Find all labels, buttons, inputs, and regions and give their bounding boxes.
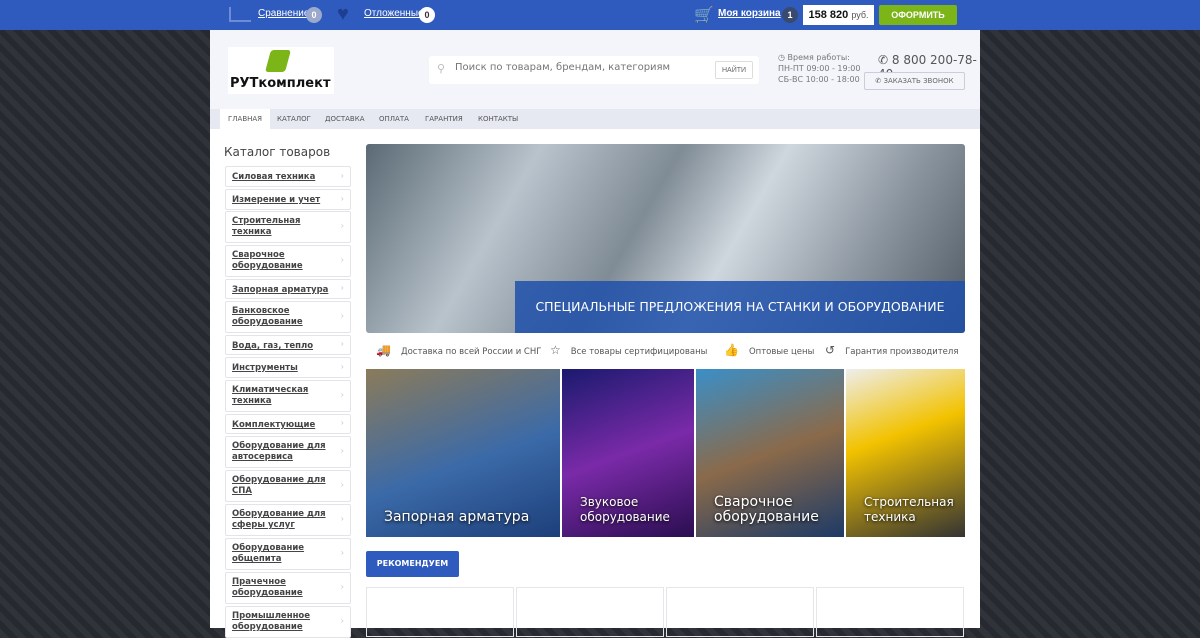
callback-label: ЗАКАЗАТЬ ЗВОНОК (883, 77, 954, 85)
promo-banner[interactable]: СПЕЦИАЛЬНЫЕ ПРЕДЛОЖЕНИЯ НА СТАНКИ И ОБОР… (366, 144, 965, 333)
phone-icon: ✆ (878, 53, 892, 67)
logo-text: РУТкомплект (230, 76, 331, 91)
recommended-tab[interactable]: РЕКОМЕНДУЕМ (366, 551, 459, 577)
sidebar-item[interactable]: Оборудование для СПА (225, 470, 351, 502)
heart-icon[interactable]: ♥ (337, 3, 349, 26)
hours-weekend: СБ-ВС 10:00 - 18:00 (778, 75, 860, 84)
sidebar-item[interactable]: Строительная техника (225, 211, 351, 243)
product-card[interactable] (366, 587, 514, 637)
nav-home[interactable]: ГЛАВНАЯ (220, 109, 271, 129)
sidebar-item[interactable]: Инструменты (225, 357, 351, 378)
nav-contacts[interactable]: КОНТАКТЫ (478, 115, 518, 123)
nav-warranty[interactable]: ГАРАНТИЯ (425, 115, 463, 123)
working-hours: ◷ Время работы: ПН-ПТ 09:00 - 19:00 СБ-В… (778, 52, 860, 85)
cart-total: 158 820 руб. (803, 5, 874, 25)
search-input[interactable] (455, 62, 705, 73)
favorites-link[interactable]: Отложенные (364, 8, 424, 19)
sidebar-item[interactable]: Оборудование для сферы услуг (225, 504, 351, 536)
feature-wholesale: 👍 Оптовые цены (724, 343, 814, 357)
tile-label: Строительная техника (864, 495, 954, 524)
product-card[interactable] (816, 587, 964, 637)
sidebar-item[interactable]: Вода, газ, тепло (225, 335, 351, 355)
logo[interactable]: РУТкомплект (228, 47, 334, 94)
sidebar-item[interactable]: Сварочное оборудование (225, 245, 351, 277)
banner-caption: СПЕЦИАЛЬНЫЕ ПРЕДЛОЖЕНИЯ НА СТАНКИ И ОБОР… (515, 281, 965, 333)
tile-label: Сварочное оборудование (714, 494, 819, 525)
feature-certified: ☆ Все товары сертифицированы (550, 343, 707, 357)
feature-text: Все товары сертифицированы (570, 347, 708, 357)
tile-label: Запорная арматура (384, 509, 530, 525)
header: РУТкомплект ⚲ НАЙТИ ◷ Время работы: ПН-П… (210, 30, 980, 109)
feature-warranty: ↺ Гарантия производителя (825, 343, 958, 357)
sidebar-item[interactable]: Силовая техника (225, 166, 351, 187)
feature-text: Оптовые цены (748, 347, 815, 357)
cart-icon[interactable]: 🛒 (694, 5, 714, 25)
category-tile-construction[interactable]: Строительная техника (846, 369, 965, 537)
clock-icon: ◷ (778, 53, 788, 62)
compare-count: 0 (306, 7, 322, 23)
catalog-title: Каталог товаров (224, 145, 331, 159)
main-nav: ГЛАВНАЯ КАТАЛОГ ДОСТАВКА ОПЛАТА ГАРАНТИЯ… (210, 109, 980, 129)
cart-count: 1 (782, 7, 798, 23)
sidebar-item[interactable]: Оборудование для автосервиса (225, 436, 351, 468)
thumbs-up-icon: 👍 (724, 343, 739, 357)
hours-weekdays: ПН-ПТ 09:00 - 19:00 (778, 64, 861, 73)
compare-link[interactable]: Сравнение (258, 8, 309, 19)
chart-icon (229, 7, 251, 22)
favorites-count: 0 (419, 7, 435, 23)
callback-button[interactable]: ✆ ЗАКАЗАТЬ ЗВОНОК (864, 72, 965, 90)
search-icon: ⚲ (437, 62, 446, 75)
sidebar-item[interactable]: Банковское оборудование (225, 301, 351, 333)
top-bar: Сравнение 0 ♥ Отложенные 0 🛒 Моя корзина… (0, 0, 1200, 30)
sidebar-item[interactable]: Оборудование общепита (225, 538, 351, 570)
nav-catalog[interactable]: КАТАЛОГ (277, 115, 311, 123)
star-icon: ☆ (550, 343, 561, 357)
tile-label: Звуковое оборудование (580, 495, 670, 524)
logo-mark-icon (265, 50, 291, 72)
truck-icon: 🚚 (376, 343, 391, 357)
checkout-button[interactable]: ОФОРМИТЬ (879, 5, 957, 25)
sidebar-item[interactable]: Запорная арматура (225, 279, 351, 299)
search-button[interactable]: НАЙТИ (715, 61, 753, 79)
nav-delivery[interactable]: ДОСТАВКА (325, 115, 365, 123)
feature-text: Гарантия производителя (845, 347, 959, 357)
nav-payment[interactable]: ОПЛАТА (379, 115, 409, 123)
category-tile-welding[interactable]: Сварочное оборудование (696, 369, 844, 537)
category-tile-audio[interactable]: Звуковое оборудование (562, 369, 694, 537)
hours-title: Время работы: (787, 53, 850, 62)
search-box: ⚲ НАЙТИ (429, 56, 759, 84)
sidebar-item[interactable]: Измерение и учет (225, 189, 351, 210)
feature-text: Доставка по всей России и СНГ (400, 347, 542, 357)
sidebar-item[interactable]: Комплектующие (225, 414, 351, 434)
product-card[interactable] (516, 587, 664, 637)
cart-link[interactable]: Моя корзина (718, 8, 781, 19)
category-tile-valves[interactable]: Запорная арматура (366, 369, 560, 537)
feature-delivery: 🚚 Доставка по всей России и СНГ (376, 343, 541, 357)
product-card[interactable] (666, 587, 814, 637)
history-icon: ↺ (825, 343, 836, 357)
sidebar-item[interactable]: Климатическая техника (225, 380, 351, 412)
page: РУТкомплект ⚲ НАЙТИ ◷ Время работы: ПН-П… (210, 30, 980, 638)
sidebar-item[interactable]: Промышленное оборудование (225, 606, 351, 638)
cart-total-value: 158 820 (808, 9, 849, 21)
currency: руб. (851, 10, 869, 20)
sidebar-item[interactable]: Прачечное оборудование (225, 572, 351, 604)
